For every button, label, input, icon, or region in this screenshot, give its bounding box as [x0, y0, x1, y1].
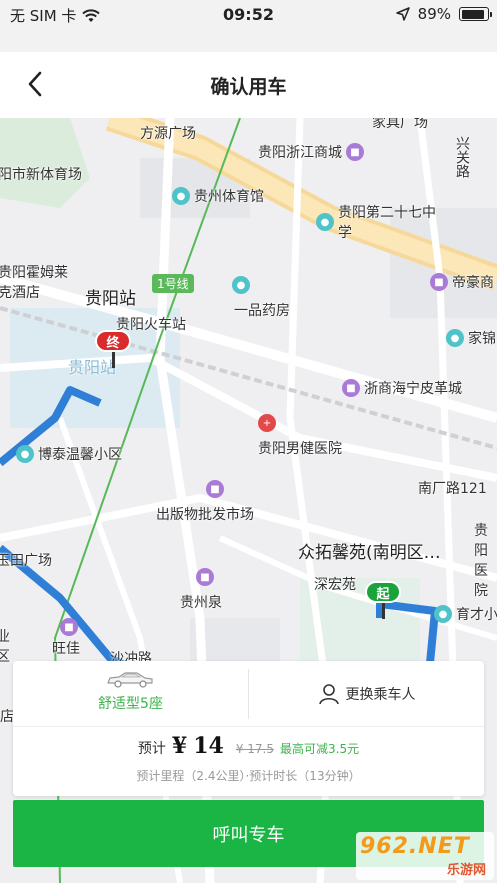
- stadium-icon: ●: [172, 187, 190, 205]
- poi-label: ■: [60, 618, 78, 636]
- building-icon: ●: [446, 329, 464, 347]
- change-passenger-label: 更换乘车人: [345, 687, 416, 703]
- poi-label: 深宏苑: [314, 577, 356, 593]
- status-right: 89%: [395, 5, 492, 23]
- poi-label: 业区: [0, 629, 10, 665]
- page-title: 确认用车: [210, 76, 287, 98]
- change-passenger-button[interactable]: 更换乘车人: [249, 661, 484, 727]
- end-marker-label: 终: [95, 330, 131, 352]
- school-icon: ●: [434, 605, 452, 623]
- shopping-bag-icon: ■: [206, 480, 224, 498]
- poi-label: 阳市新体育场: [0, 167, 82, 183]
- poi-label: ■: [196, 568, 214, 586]
- location-arrow-icon: [395, 7, 410, 21]
- price-value: 14: [193, 733, 224, 759]
- poi-label: 众拓馨苑(南明区…: [298, 543, 441, 563]
- person-icon: [318, 684, 339, 705]
- poi-label: ● 贵州体育馆: [172, 186, 264, 206]
- hotel-icon: ■: [430, 273, 448, 291]
- poi-label: 贵阳医院: [474, 523, 488, 599]
- poi-label: 一品药房: [234, 303, 290, 319]
- battery-fill: [461, 9, 484, 19]
- poi-label: 方源广场: [140, 126, 196, 142]
- poi-label: ■ 帝豪商: [430, 272, 494, 292]
- price-prefix: 预计: [137, 741, 166, 757]
- price-discount: 最高可减3.5元: [280, 742, 360, 756]
- poi-label: ●: [232, 276, 250, 294]
- metro-line-tag: 1号线: [152, 274, 194, 293]
- poi-label: 家具广场: [372, 118, 428, 131]
- car-icon: [107, 672, 153, 688]
- poi-label: 玉田广场: [0, 553, 52, 569]
- poi-label: 南厂路121: [418, 481, 487, 497]
- poi-label: 兴关路: [454, 136, 470, 178]
- status-bar: 无 SIM 卡 09:52 89%: [0, 0, 497, 30]
- poi-label: 旺佳: [52, 641, 80, 657]
- order-card: 舒适型5座 更换乘车人 预计 ¥ 14 ¥ 17.5 最高可减3.5元 预计里程…: [13, 661, 484, 796]
- poi-label: 出版物批发市场: [156, 507, 254, 523]
- price-row: 预计 ¥ 14 ¥ 17.5 最高可减3.5元: [13, 733, 484, 759]
- car-type-label: 舒适型5座: [98, 696, 163, 712]
- start-marker[interactable]: 起: [365, 581, 401, 621]
- start-marker-label: 起: [365, 581, 401, 603]
- poi-label: 店: [0, 709, 14, 725]
- poi-label: ● 博泰温馨小区: [16, 444, 122, 464]
- price-currency: ¥: [171, 733, 188, 759]
- shopping-bag-icon: ■: [60, 618, 78, 636]
- card-options: 舒适型5座 更换乘车人: [13, 661, 484, 727]
- poi-label: +: [258, 414, 276, 432]
- nav-bar: 确认用车: [0, 52, 497, 118]
- watermark-logo: 962.NET: [360, 834, 470, 859]
- shopping-bag-icon: ■: [346, 143, 364, 161]
- school-icon: ●: [316, 213, 334, 231]
- poi-label: ● 家锦: [446, 328, 496, 348]
- poi-label: ■: [206, 480, 224, 498]
- shopping-bag-icon: ■: [196, 568, 214, 586]
- poi-label: 贵州泉: [180, 595, 222, 611]
- trip-estimate: 预计里程（2.4公里）·预计时长（13分钟）: [136, 769, 361, 783]
- poi-label: 贵阳男健医院: [258, 441, 342, 457]
- poi-label: ● 育才小: [434, 604, 497, 624]
- poi-label: ● 贵阳第二十七中学: [316, 202, 444, 242]
- poi-label: 贵阳站: [85, 289, 136, 309]
- poi-label: 贵阳浙江商城 ■: [258, 142, 364, 162]
- car-type-option[interactable]: 舒适型5座: [13, 661, 248, 727]
- shopping-bag-icon: ■: [342, 379, 360, 397]
- battery-icon: [459, 7, 492, 21]
- battery-percent: 89%: [417, 5, 451, 23]
- watermark-sub: 乐游网: [446, 863, 486, 878]
- poi-label: 贵阳霍姆莱克酒店: [0, 265, 68, 301]
- price-original: ¥ 17.5: [235, 742, 274, 756]
- pharmacy-icon: ●: [232, 276, 250, 294]
- watermark: 962.NET 乐游网: [356, 832, 494, 880]
- poi-label: ■ 浙商海宁皮革城: [342, 378, 462, 398]
- residence-icon: ●: [16, 445, 34, 463]
- hospital-icon: +: [258, 414, 276, 432]
- end-marker[interactable]: 终: [95, 330, 131, 370]
